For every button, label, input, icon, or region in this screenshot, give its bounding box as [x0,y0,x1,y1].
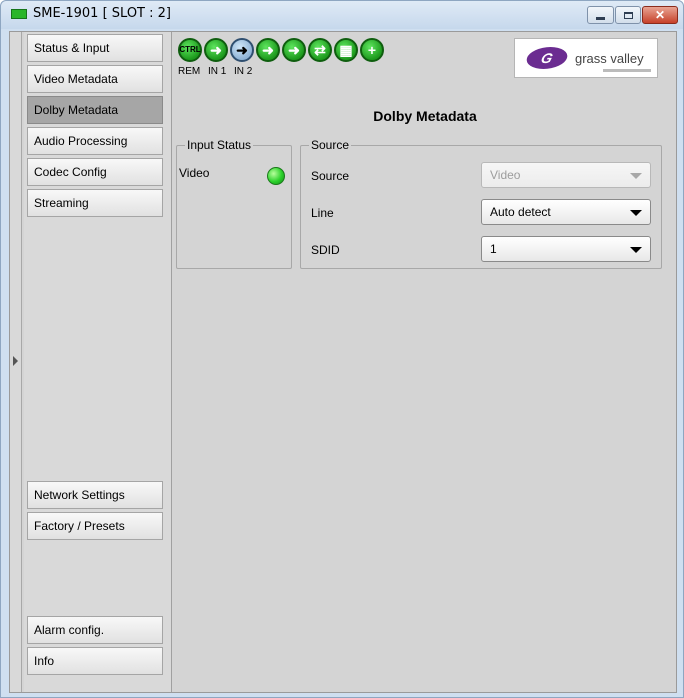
client-area: Status & Input Video Metadata Dolby Meta… [9,31,677,693]
line-label: Line [311,206,334,220]
logo-mark: G [523,47,571,69]
input-status-legend: Input Status [185,138,254,152]
video-status-led-icon [267,167,285,185]
page-title: Dolby Metadata [373,108,477,124]
in1-label: IN 1 [208,66,227,77]
chevron-right-icon [13,356,18,366]
source-legend: Source [309,138,352,152]
sidebar-item-streaming[interactable]: Streaming [27,189,163,217]
sidebar-item-alarm-config[interactable]: Alarm config. [27,616,163,644]
sidebar-item-codec-config[interactable]: Codec Config [27,158,163,186]
main-panel: CTRL ➜ ➜ ➜ ➜ ⇄ ▦ + REM IN 1 IN 2 G grass… [174,32,676,692]
title-bar[interactable]: SME-1901 [ SLOT : 2] ✕ [1,1,683,29]
network-icon[interactable]: ⇄ [308,38,332,62]
in2-arrow-icon[interactable]: ➜ [230,38,254,62]
in2-label: IN 2 [234,66,253,77]
source-label: Source [311,169,350,183]
minimize-button[interactable] [587,6,614,24]
output-arrow-icon[interactable]: ➜ [282,38,306,62]
source-select-value: Video [490,168,521,182]
maximize-button[interactable] [615,6,641,24]
sidebar-item-status-input[interactable]: Status & Input [27,34,163,62]
minimize-icon [596,16,605,20]
sidebar-item-audio-processing[interactable]: Audio Processing [27,127,163,155]
chevron-down-icon [630,210,642,216]
input-status-group: Input Status Video [176,138,292,269]
chevron-down-icon [630,247,642,253]
ctrl-icon[interactable]: CTRL [178,38,202,62]
window-title: SME-1901 [ SLOT : 2] [33,6,171,21]
line-select[interactable]: Auto detect [481,199,651,225]
output-arrow-icon[interactable]: ➜ [256,38,280,62]
close-button[interactable]: ✕ [642,6,678,24]
logo-text: grass valley [575,51,644,66]
sdid-select-value: 1 [490,242,497,256]
sdid-label: SDID [311,243,340,257]
rem-label: REM [178,66,201,77]
chevron-down-icon [630,173,642,179]
video-label: Video [179,166,210,180]
logo-subline [603,69,651,72]
close-icon: ✕ [654,8,666,22]
grass-valley-logo: G grass valley [514,38,658,78]
sdid-select[interactable]: 1 [481,236,651,262]
sidebar-item-video-metadata[interactable]: Video Metadata [27,65,163,93]
layout-icon[interactable]: ▦ [334,38,358,62]
sidebar-item-factory-presets[interactable]: Factory / Presets [27,512,163,540]
app-window: SME-1901 [ SLOT : 2] ✕ Status & Input Vi… [0,0,684,698]
maximize-icon [623,11,633,19]
line-select-value: Auto detect [490,205,551,219]
sidebar-collapse-toggle[interactable] [10,32,22,692]
add-icon[interactable]: + [360,38,384,62]
sidebar: Status & Input Video Metadata Dolby Meta… [24,32,172,692]
source-group: Source Source Video Line Auto detect SDI… [300,138,662,269]
sidebar-item-info[interactable]: Info [27,647,163,675]
app-icon [11,9,27,19]
sidebar-item-dolby-metadata[interactable]: Dolby Metadata [27,96,163,124]
status-icon-bar: CTRL ➜ ➜ ➜ ➜ ⇄ ▦ + REM IN 1 IN 2 [178,36,428,80]
source-select: Video [481,162,651,188]
in1-arrow-icon[interactable]: ➜ [204,38,228,62]
sidebar-item-network-settings[interactable]: Network Settings [27,481,163,509]
